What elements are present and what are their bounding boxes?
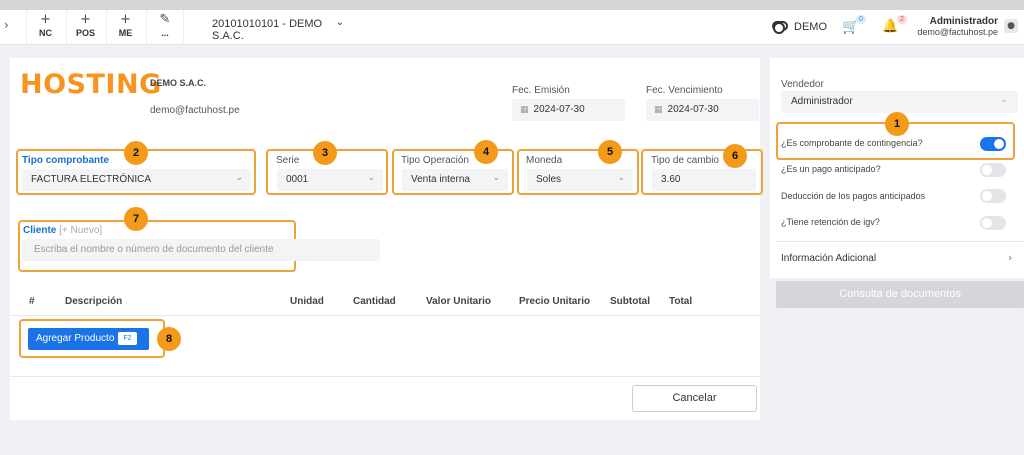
contingencia-label: ¿Es comprobante de contingencia? [781, 138, 923, 148]
callout-number: 6 [723, 144, 747, 168]
sidebar-divider [776, 241, 1024, 242]
cliente-label: Cliente [+ Nuevo] [23, 225, 103, 236]
callout-number: 2 [124, 141, 148, 165]
callout-number: 5 [598, 140, 622, 164]
column-header-precio-unitario: Precio Unitario [519, 296, 591, 307]
column-header-valor-unitario: Valor Unitario [426, 296, 492, 307]
cart-badge: 0 [856, 15, 866, 24]
bell-icon[interactable]: 🔔 [882, 19, 898, 34]
chevron-down-icon: ⌄ [235, 173, 243, 183]
toggle-icon[interactable] [772, 21, 788, 34]
top-navbar: › + NC + POS + ME ✎ ... 20101010101 - DE… [0, 10, 1024, 45]
callout-number: 1 [885, 112, 909, 136]
tipo-comprobante-select[interactable]: FACTURA ELECTRÓNICA ⌄ [22, 169, 251, 191]
calendar-icon: ▦ [654, 105, 663, 115]
callout-number: 3 [313, 141, 337, 165]
column-header-descripcion: Descripción [65, 296, 123, 307]
column-header-subtotal: Subtotal [610, 296, 650, 307]
column-header-number: # [29, 296, 35, 307]
company-email: demo@factuhost.pe [150, 105, 240, 116]
pencil-icon: ✎ [159, 12, 171, 27]
pago-anticipado-toggle[interactable] [980, 163, 1006, 177]
serie-label: Serie [276, 155, 300, 166]
fec-emision-input[interactable]: ▦ 2024-07-30 [512, 99, 625, 121]
plus-icon: + [80, 12, 91, 27]
more-button[interactable]: ✎ ... [146, 10, 184, 45]
pago-anticipado-label: ¿Es un pago anticipado? [781, 164, 881, 174]
tipo-cambio-label: Tipo de cambio [651, 155, 719, 166]
tipo-operacion-label: Tipo Operación [401, 155, 469, 166]
chevron-down-icon: ⌄ [492, 173, 500, 183]
company-logo: HOSTING [20, 69, 162, 100]
deduccion-pagos-label: Deducción de los pagos anticipados [781, 191, 926, 201]
retencion-igv-label: ¿Tiene retención de igv? [781, 217, 880, 227]
chevron-down-icon: ⌄ [1000, 95, 1008, 105]
contingencia-toggle[interactable] [980, 137, 1006, 151]
add-product-button[interactable]: Agregar Producto F2 [28, 328, 149, 350]
fec-vencimiento-input[interactable]: ▦ 2024-07-30 [646, 99, 759, 121]
new-nc-button[interactable]: + NC [26, 10, 64, 45]
expand-sidebar-icon[interactable]: › [4, 18, 9, 32]
demo-mode-label: DEMO [794, 21, 827, 33]
plus-icon: + [120, 12, 131, 27]
consulta-documentos-button[interactable]: Consulta de documentos [776, 281, 1024, 308]
window-top-strip [0, 0, 1024, 10]
new-me-button[interactable]: + ME [106, 10, 144, 45]
chevron-down-icon: ⌄ [617, 173, 625, 183]
callout-number: 8 [157, 327, 181, 351]
cancel-button[interactable]: Cancelar [632, 385, 757, 412]
plus-icon: + [40, 12, 51, 27]
column-header-total: Total [669, 296, 693, 307]
chevron-down-icon: ⌄ [367, 173, 375, 183]
moneda-label: Moneda [526, 155, 563, 166]
vendedor-label: Vendedor [781, 79, 824, 90]
column-header-unidad: Unidad [290, 296, 324, 307]
user-avatar-icon[interactable]: ● [1004, 19, 1018, 33]
company-name: DEMO S.A.C. [150, 78, 207, 88]
deduccion-pagos-toggle[interactable] [980, 189, 1006, 203]
user-email: demo@factuhost.pe [917, 27, 998, 37]
serie-select[interactable]: 0001 ⌄ [277, 169, 383, 191]
moneda-select[interactable]: Soles ⌄ [527, 169, 633, 191]
notification-badge: 2 [897, 15, 907, 24]
vendedor-select[interactable]: Administrador ⌄ [781, 91, 1018, 113]
table-header-divider [10, 315, 760, 316]
retencion-igv-toggle[interactable] [980, 216, 1006, 230]
chevron-down-icon: ⌄ [335, 17, 344, 28]
calendar-icon: ▦ [520, 105, 529, 115]
tipo-comprobante-label: Tipo comprobante [22, 155, 110, 166]
chevron-right-icon[interactable]: › [1008, 251, 1012, 264]
user-name[interactable]: Administrador [930, 16, 998, 27]
informacion-adicional-item[interactable]: Información Adicional [781, 253, 876, 264]
fec-vencimiento-label: Fec. Vencimiento [646, 85, 723, 96]
company-select[interactable]: 20101010101 - DEMO S.A.C. ⌄ [204, 12, 348, 42]
nuevo-cliente-link[interactable]: [+ Nuevo] [59, 225, 102, 236]
callout-number: 7 [124, 207, 148, 231]
cliente-search-input[interactable]: Escriba el nombre o número de documento … [22, 239, 380, 261]
column-header-cantidad: Cantidad [353, 296, 396, 307]
tipo-cambio-input[interactable]: 3.60 [652, 169, 756, 191]
footer-divider [10, 376, 760, 377]
shortcut-key-badge: F2 [118, 332, 137, 345]
fec-emision-label: Fec. Emisión [512, 85, 570, 96]
callout-number: 4 [474, 140, 498, 164]
new-pos-button[interactable]: + POS [66, 10, 104, 45]
tipo-operacion-select[interactable]: Venta interna ⌄ [402, 169, 508, 191]
